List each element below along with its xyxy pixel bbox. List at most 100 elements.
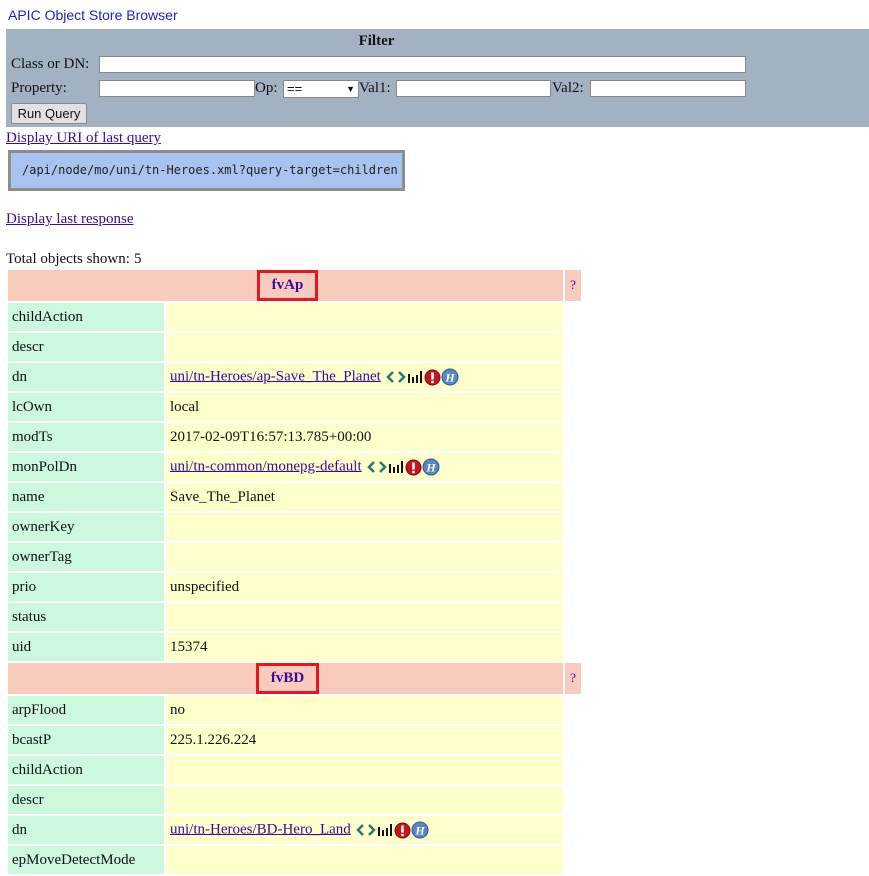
class-header-cell: fvAp — [8, 270, 563, 301]
property-name: arpFlood — [8, 696, 164, 724]
property-value-cell: Save_The_Planet — [166, 483, 563, 511]
property-row: lcOwn local — [8, 393, 581, 421]
dn-icon-group: H — [366, 458, 440, 476]
faults-icon[interactable] — [405, 458, 422, 475]
property-name: lcOwn — [8, 393, 164, 421]
class-or-dn-input[interactable] — [99, 56, 746, 73]
property-value-cell: uni/tn-Heroes/BD-Hero_Land H — [166, 816, 563, 844]
val1-input[interactable] — [396, 80, 551, 97]
property-input[interactable] — [99, 80, 255, 97]
svg-text:H: H — [425, 461, 436, 475]
class-header-row: fvBD? — [8, 663, 581, 694]
class-help-cell: ? — [565, 270, 581, 301]
class-header-row: fvAp? — [8, 270, 581, 301]
property-name: ownerTag — [8, 543, 164, 571]
property-value-cell: uni/tn-Heroes/ap-Save_The_Planet H — [166, 363, 563, 391]
chevron-left-icon[interactable] — [366, 458, 377, 474]
property-value: 225.1.226.224 — [170, 731, 257, 748]
stats-icon[interactable] — [377, 821, 394, 837]
property-value-cell — [166, 846, 563, 874]
property-name: descr — [8, 333, 164, 361]
property-row: ownerTag — [8, 543, 581, 571]
property-name: epMoveDetectMode — [8, 846, 164, 874]
property-value-cell: 15374 — [166, 633, 563, 661]
property-row: uid 15374 — [8, 633, 581, 661]
dn-link[interactable]: uni/tn-common/monepg-default — [170, 458, 362, 474]
val2-input[interactable] — [590, 80, 746, 97]
property-value-cell: uni/tn-common/monepg-default H — [166, 453, 563, 481]
filter-panel: Filter Class or DN: Property: Op: == ▼ V… — [6, 29, 869, 127]
val2-label: Val2: — [552, 80, 584, 96]
chevron-right-icon[interactable] — [377, 458, 388, 474]
property-value-cell: no — [166, 696, 563, 724]
stats-icon[interactable] — [407, 368, 424, 384]
display-response-link[interactable]: Display last response — [6, 211, 133, 228]
property-row: ownerKey — [8, 513, 581, 541]
property-value-cell — [166, 543, 563, 571]
property-name: monPolDn — [8, 453, 164, 481]
class-highlight-box: fvAp — [256, 270, 319, 301]
property-value: 15374 — [170, 638, 208, 655]
dn-icon-group: H — [385, 368, 459, 386]
stats-icon[interactable] — [388, 458, 405, 474]
run-query-button[interactable]: Run Query — [11, 103, 87, 124]
property-value-cell: unspecified — [166, 573, 563, 601]
property-row: childAction — [8, 303, 581, 331]
property-row: status — [8, 603, 581, 631]
property-value-cell: local — [166, 393, 563, 421]
property-value-cell — [166, 756, 563, 784]
property-value: local — [170, 398, 200, 415]
property-name: prio — [8, 573, 164, 601]
app-title[interactable]: APIC Object Store Browser — [8, 7, 178, 23]
history-icon[interactable]: H — [441, 368, 459, 386]
dn-link[interactable]: uni/tn-Heroes/ap-Save_The_Planet — [170, 368, 381, 384]
property-name: status — [8, 603, 164, 631]
history-icon[interactable]: H — [422, 458, 440, 476]
property-row: descr — [8, 786, 581, 814]
chevron-right-icon[interactable] — [366, 821, 377, 837]
total-objects-count: 5 — [133, 251, 142, 267]
property-name: uid — [8, 633, 164, 661]
property-value-cell: 2017-02-09T16:57:13.785+00:00 — [166, 423, 563, 451]
property-row: modTs 2017-02-09T16:57:13.785+00:00 — [8, 423, 581, 451]
property-name: childAction — [8, 303, 164, 331]
chevron-left-icon[interactable] — [355, 821, 366, 837]
property-label: Property: — [11, 80, 67, 96]
property-row: dn uni/tn-Heroes/BD-Hero_Land H — [8, 816, 581, 844]
class-help-link[interactable]: ? — [570, 277, 576, 292]
chevron-right-icon[interactable] — [396, 368, 407, 384]
total-objects: Total objects shown: 5 — [6, 251, 141, 268]
display-uri-link[interactable]: Display URI of last query — [6, 130, 161, 147]
class-or-dn-label: Class or DN: — [11, 56, 90, 72]
faults-icon[interactable] — [424, 368, 441, 385]
filter-title: Filter — [358, 33, 395, 49]
property-value: unspecified — [170, 578, 240, 595]
op-select[interactable]: == ▼ — [283, 80, 359, 98]
property-value: 2017-02-09T16:57:13.785+00:00 — [170, 428, 372, 445]
property-name: dn — [8, 816, 164, 844]
property-name: bcastP — [8, 726, 164, 754]
class-name-link[interactable]: fvAp — [272, 277, 304, 293]
property-row: arpFlood no — [8, 696, 581, 724]
class-name-link[interactable]: fvBD — [271, 670, 304, 686]
property-value: Save_The_Planet — [170, 488, 275, 505]
dn-link[interactable]: uni/tn-Heroes/BD-Hero_Land — [170, 821, 351, 837]
class-help-cell: ? — [565, 663, 581, 694]
val1-label: Val1: — [359, 80, 391, 96]
faults-icon[interactable] — [394, 821, 411, 838]
class-help-link[interactable]: ? — [570, 670, 576, 685]
property-row: epMoveDetectMode — [8, 846, 581, 874]
dn-icon-group: H — [355, 821, 429, 839]
svg-text:H: H — [414, 824, 425, 838]
property-name: ownerKey — [8, 513, 164, 541]
history-icon[interactable]: H — [411, 821, 429, 839]
chevron-left-icon[interactable] — [385, 368, 396, 384]
class-highlight-box: fvBD — [255, 663, 320, 694]
property-name: descr — [8, 786, 164, 814]
property-value-cell — [166, 786, 563, 814]
op-select-value: == — [287, 81, 303, 96]
property-row: dn uni/tn-Heroes/ap-Save_The_Planet H — [8, 363, 581, 391]
query-uri-box: /api/node/mo/uni/tn-Heroes.xml?query-tar… — [8, 150, 405, 191]
property-value-cell — [166, 333, 563, 361]
property-row: bcastP 225.1.226.224 — [8, 726, 581, 754]
